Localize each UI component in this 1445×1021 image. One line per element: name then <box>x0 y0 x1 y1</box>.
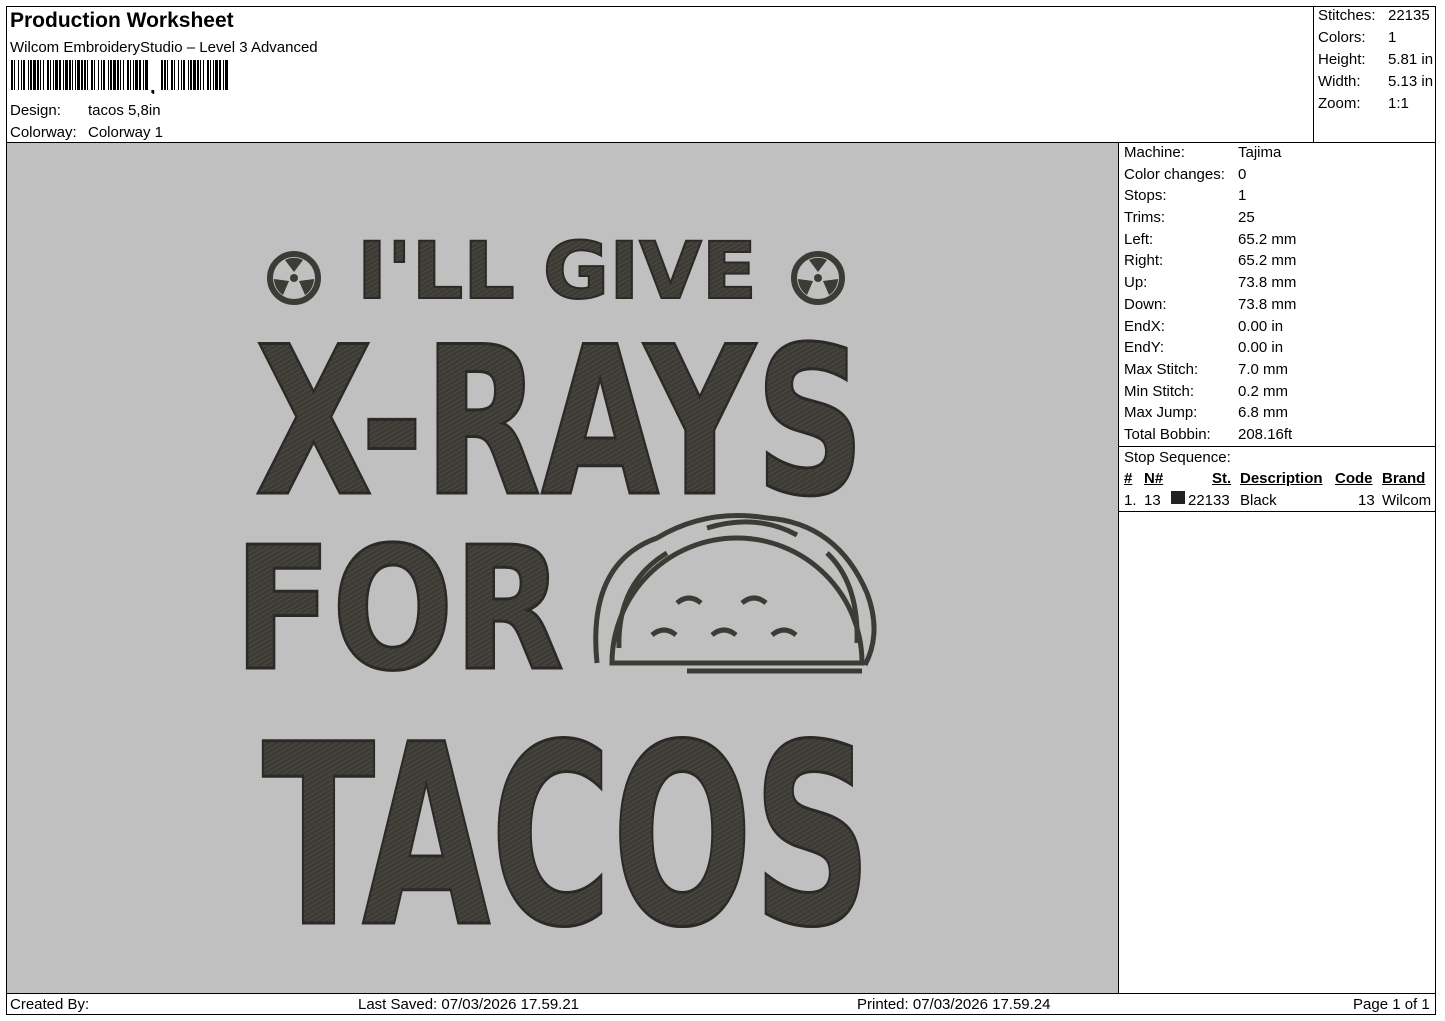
footer-last-saved: Last Saved: 07/03/2026 17.59.21 <box>358 996 580 1013</box>
barcode: , <box>11 60 228 94</box>
row-st: 22133 <box>1188 492 1230 509</box>
colorway-label: Colorway: <box>10 124 77 141</box>
stop-sequence-divider <box>1119 446 1436 447</box>
stat-zoom: Zoom: 1:1 <box>1318 95 1409 112</box>
col-n: N# <box>1144 470 1164 487</box>
artwork-line-3: FOR <box>234 511 564 709</box>
row-index: 1. <box>1124 492 1137 509</box>
stat-stitches: Stitches: 22135 <box>1318 7 1430 24</box>
col-brand: Brand <box>1382 470 1426 487</box>
row-brand: Wilcom <box>1382 492 1432 509</box>
stop-sequence-bottom-divider <box>1119 511 1436 512</box>
panel-divider <box>1118 143 1119 993</box>
svg-text:,: , <box>150 76 156 94</box>
footer-divider <box>6 993 1436 994</box>
stat-width: Width: 5.13 in <box>1318 73 1434 90</box>
col-st: St. <box>1212 470 1232 487</box>
page-title: Production Worksheet <box>10 9 234 32</box>
software-name: Wilcom EmbroideryStudio – Level 3 Advanc… <box>10 39 318 56</box>
colorway-value: Colorway 1 <box>88 124 164 141</box>
col-code: Code <box>1335 470 1373 487</box>
design-label: Design: <box>10 102 61 119</box>
design-preview: I'LL GIVE X-RAYS FOR TACOS <box>7 143 1118 993</box>
stats-panel: Stitches: 22135 Colors: 1 Height: 5.81 in W… <box>1318 7 1436 117</box>
artwork-line-4: TACOS <box>262 691 872 982</box>
stat-height: Height: 5.81 in <box>1318 51 1434 68</box>
stop-sequence-title: Stop Sequence: <box>1124 449 1231 466</box>
color-swatch <box>1171 491 1185 504</box>
embroidery-artwork: I'LL GIVE X-RAYS FOR TACOS <box>233 226 877 984</box>
design-value: tacos 5,8in <box>88 102 161 119</box>
row-description: Black <box>1240 492 1277 509</box>
row-n: 13 <box>1144 492 1161 509</box>
row-code: 13 <box>1358 492 1375 509</box>
footer-printed: Printed: 07/03/2026 17.59.24 <box>857 996 1051 1013</box>
radiation-icon-left <box>267 251 321 305</box>
stat-colors: Colors: 1 <box>1318 29 1397 46</box>
artwork-line-2: X-RAYS <box>255 304 865 542</box>
footer-created-by: Created By: <box>10 996 90 1013</box>
col-description: Description <box>1240 470 1323 487</box>
col-index: # <box>1124 470 1133 487</box>
stats-divider <box>1313 6 1314 143</box>
footer-page: Page 1 of 1 <box>1353 996 1430 1013</box>
radiation-icon-right <box>791 251 845 305</box>
